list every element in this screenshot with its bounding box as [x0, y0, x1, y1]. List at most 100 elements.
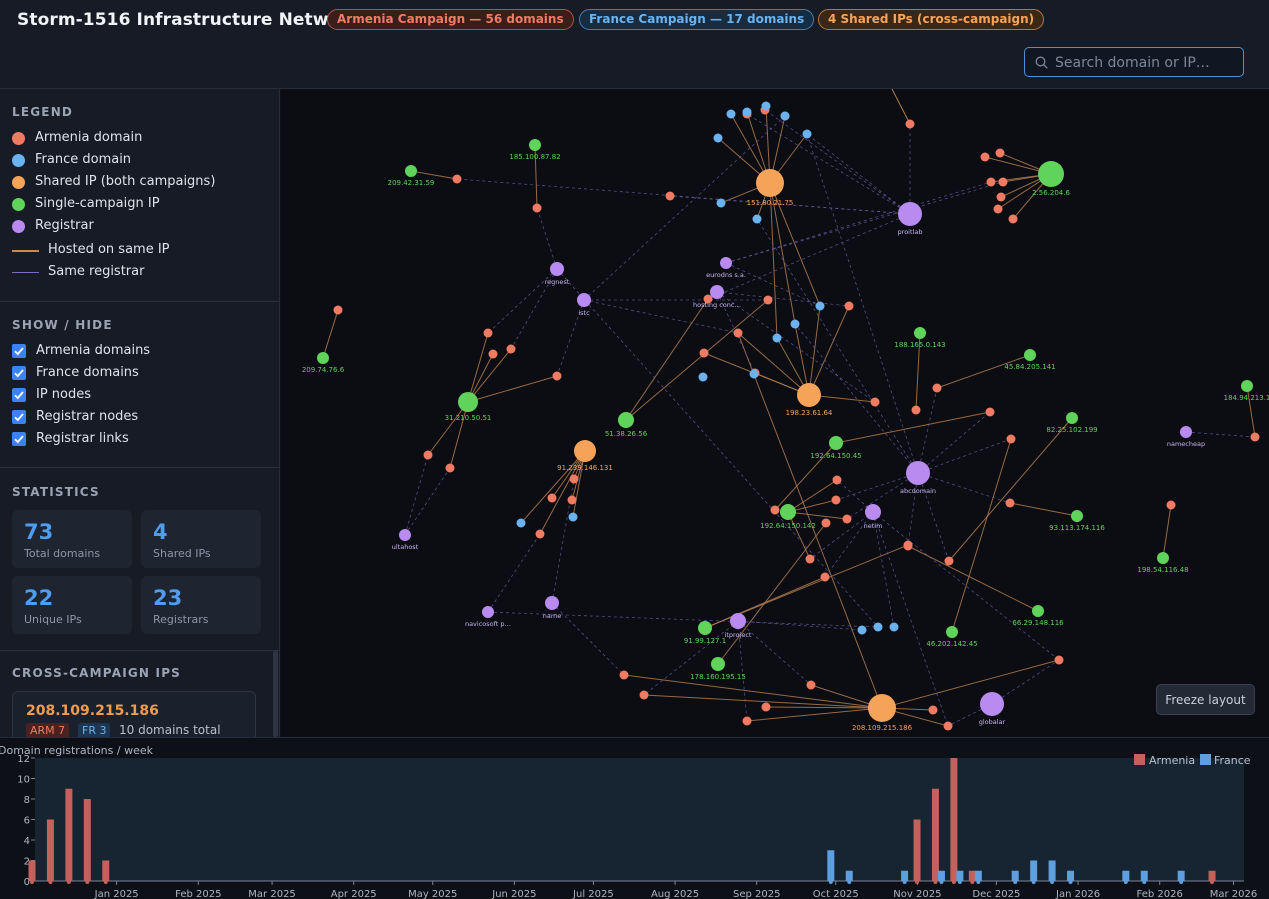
registrar-node[interactable] [482, 606, 494, 618]
france-domain-node[interactable] [726, 109, 736, 119]
ip-node[interactable] [756, 169, 784, 197]
ip-node[interactable] [1241, 380, 1253, 392]
armenia-domain-node[interactable] [665, 191, 675, 201]
armenia-domain-node[interactable] [333, 305, 343, 315]
armenia-domain-node[interactable] [445, 463, 455, 473]
registrar-node[interactable] [720, 257, 732, 269]
france-domain-node[interactable] [742, 107, 752, 117]
ip-node[interactable] [529, 139, 541, 151]
ip-node[interactable] [1071, 510, 1083, 522]
ip-node[interactable] [458, 392, 478, 412]
france-domain-node[interactable] [889, 622, 899, 632]
checkbox-checked-icon[interactable] [12, 410, 26, 424]
france-domain-node[interactable] [716, 198, 726, 208]
ip-node[interactable] [1024, 349, 1036, 361]
armenia-domain-node[interactable] [985, 407, 995, 417]
france-domain-node[interactable] [790, 319, 800, 329]
ip-node[interactable] [1038, 161, 1064, 187]
ip-node[interactable] [868, 694, 896, 722]
ip-node[interactable] [1032, 605, 1044, 617]
cross-campaign-ip-card[interactable]: 208.109.215.186 ARM 7 FR 3 10 domains to… [12, 691, 256, 737]
armenia-domain-node[interactable] [619, 670, 629, 680]
registrar-node[interactable] [710, 285, 724, 299]
armenia-domain-node[interactable] [567, 495, 577, 505]
ip-node[interactable] [1157, 552, 1169, 564]
armenia-domain-node[interactable] [832, 475, 842, 485]
armenia-domain-node[interactable] [535, 529, 545, 539]
armenia-domain-node[interactable] [699, 348, 709, 358]
registrar-node[interactable] [550, 262, 564, 276]
network-graph[interactable]: 185.100.87.82 209.42.31.59 151.80.21.75 2.5… [281, 89, 1269, 737]
ip-node[interactable] [711, 657, 725, 671]
registrar-node[interactable] [898, 202, 922, 226]
armenia-domain-node[interactable] [995, 148, 1005, 158]
france-domain-node[interactable] [713, 133, 723, 143]
checkbox-checked-icon[interactable] [12, 366, 26, 380]
armenia-domain-node[interactable] [806, 680, 816, 690]
armenia-domain-node[interactable] [993, 204, 1003, 214]
armenia-domain-node[interactable] [831, 495, 841, 505]
armenia-domain-node[interactable] [870, 397, 880, 407]
armenia-domain-node[interactable] [932, 383, 942, 393]
registrar-node[interactable] [730, 613, 746, 629]
armenia-domain-node[interactable] [903, 541, 913, 551]
armenia-domain-node[interactable] [770, 505, 780, 515]
armenia-domain-node[interactable] [1250, 432, 1260, 442]
ip-node[interactable] [946, 626, 958, 638]
armenia-domain-node[interactable] [820, 572, 830, 582]
armenia-domain-node[interactable] [928, 705, 938, 715]
registrar-node[interactable] [399, 529, 411, 541]
armenia-domain-node[interactable] [552, 371, 562, 381]
ip-node[interactable] [797, 383, 821, 407]
ip-node[interactable] [914, 327, 926, 339]
armenia-domain-node[interactable] [423, 450, 433, 460]
armenia-domain-node[interactable] [905, 119, 915, 129]
armenia-domain-node[interactable] [763, 295, 773, 305]
armenia-domain-node[interactable] [742, 716, 752, 726]
france-domain-node[interactable] [780, 111, 790, 121]
ip-node[interactable] [780, 504, 796, 520]
armenia-domain-node[interactable] [842, 514, 852, 524]
armenia-domain-node[interactable] [844, 301, 854, 311]
armenia-domain-node[interactable] [733, 328, 743, 338]
ip-node[interactable] [574, 440, 596, 462]
checkbox-checked-icon[interactable] [12, 432, 26, 446]
france-domain-node[interactable] [698, 372, 708, 382]
france-domain-node[interactable] [873, 622, 883, 632]
armenia-domain-node[interactable] [506, 344, 516, 354]
armenia-domain-node[interactable] [532, 203, 542, 213]
armenia-domain-node[interactable] [821, 518, 831, 528]
france-domain-node[interactable] [857, 625, 867, 635]
armenia-domain-node[interactable] [547, 493, 557, 503]
armenia-domain-node[interactable] [943, 721, 953, 731]
ip-node[interactable] [618, 412, 634, 428]
armenia-domain-node[interactable] [488, 349, 498, 359]
registrar-node[interactable] [980, 692, 1004, 716]
armenia-domain-node[interactable] [911, 405, 921, 415]
armenia-domain-node[interactable] [1006, 434, 1016, 444]
armenia-domain-node[interactable] [1054, 655, 1064, 665]
france-domain-node[interactable] [772, 333, 782, 343]
ip-node[interactable] [1066, 412, 1078, 424]
france-domain-node[interactable] [568, 512, 578, 522]
registrar-node[interactable] [865, 504, 881, 520]
search-input[interactable] [1055, 53, 1240, 73]
registrar-node[interactable] [545, 596, 559, 610]
registrar-node[interactable] [577, 293, 591, 307]
france-domain-node[interactable] [752, 214, 762, 224]
armenia-domain-node[interactable] [452, 174, 462, 184]
armenia-domain-node[interactable] [998, 177, 1008, 187]
armenia-domain-node[interactable] [980, 152, 990, 162]
checkbox-checked-icon[interactable] [12, 388, 26, 402]
france-domain-node[interactable] [516, 518, 526, 528]
ip-node[interactable] [698, 621, 712, 635]
armenia-domain-node[interactable] [1005, 498, 1015, 508]
armenia-domain-node[interactable] [944, 556, 954, 566]
france-domain-node[interactable] [815, 301, 825, 311]
ip-node[interactable] [317, 352, 329, 364]
armenia-domain-node[interactable] [996, 192, 1006, 202]
freeze-layout-button[interactable]: Freeze layout [1156, 684, 1255, 715]
armenia-domain-node[interactable] [1166, 500, 1176, 510]
france-domain-node[interactable] [761, 101, 771, 111]
ip-node[interactable] [405, 165, 417, 177]
